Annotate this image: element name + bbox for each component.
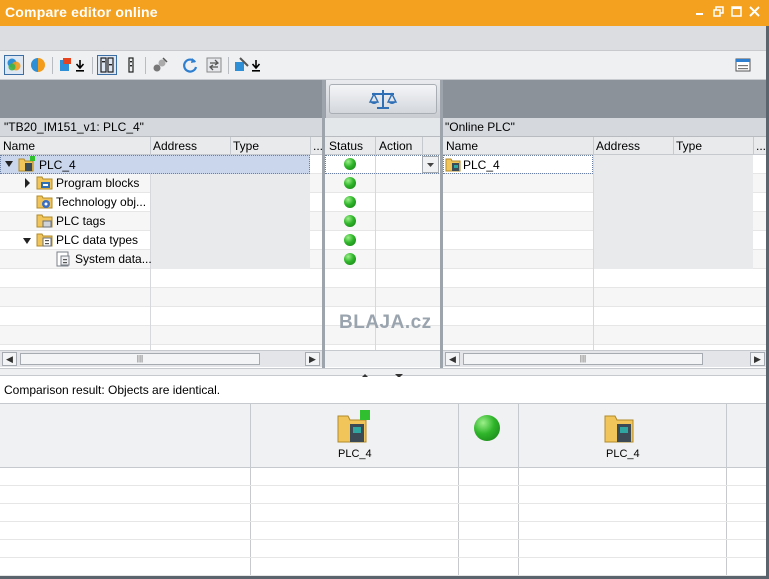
column-address[interactable]: Address — [596, 139, 640, 153]
collapse-icon[interactable] — [4, 158, 14, 173]
show-all-objects-icon[interactable] — [4, 55, 24, 75]
maximize-icon[interactable] — [730, 6, 742, 18]
status-identical-icon — [344, 253, 356, 265]
right-pane-divider[interactable] — [440, 80, 443, 368]
column-action[interactable]: Action — [379, 139, 412, 153]
chevron-down-icon — [427, 163, 434, 167]
comparison-result-text: Comparison result: Objects are identical… — [0, 377, 769, 403]
status-identical-icon — [474, 415, 500, 441]
tree-item-label: Technology obj... — [56, 195, 147, 209]
scroll-right-icon[interactable]: ▶ — [750, 352, 765, 366]
scroll-left-icon[interactable]: ◀ — [445, 352, 460, 366]
status-identical-icon — [344, 196, 356, 208]
right-pane-label: "Online PLC" — [441, 118, 769, 137]
status-identical-icon — [344, 158, 356, 170]
left-object-label: PLC_4 — [338, 448, 372, 460]
collapse-icon[interactable] — [22, 235, 32, 249]
status-identical-icon — [344, 234, 356, 246]
center-pane-label — [325, 118, 441, 137]
right-header-band — [441, 80, 769, 118]
properties-compare-icon[interactable] — [150, 55, 170, 75]
tree-item-label: System data... — [75, 252, 152, 266]
scroll-thumb[interactable]: ||| — [20, 353, 260, 365]
table-row[interactable]: PLC_4 — [443, 155, 593, 174]
scroll-left-icon[interactable]: ◀ — [2, 352, 17, 366]
column-name[interactable]: Name — [446, 139, 478, 153]
online-plc-icon — [445, 156, 463, 176]
technology-objects-folder-icon — [36, 194, 54, 213]
balance-scale-icon — [368, 90, 398, 109]
editor-toolbar — [0, 51, 769, 80]
close-icon[interactable] — [748, 6, 760, 18]
refresh-icon[interactable] — [180, 55, 200, 75]
status-identical-icon — [344, 215, 356, 227]
window-title-bar: Compare editor online — [0, 0, 769, 26]
restore-icon[interactable] — [712, 6, 724, 18]
split-editor-icon[interactable] — [733, 55, 753, 75]
plc-tags-folder-icon — [36, 213, 54, 232]
left-horizontal-scrollbar[interactable]: ◀ ||| ▶ — [0, 350, 322, 367]
action-dropdown[interactable] — [422, 156, 439, 173]
execute-actions-icon[interactable] — [233, 55, 265, 75]
swap-sides-icon[interactable] — [204, 55, 224, 75]
comparison-detail-header: PLC_4 PLC_4 — [0, 404, 769, 468]
tree-item-label: PLC_4 — [39, 158, 76, 172]
table-row[interactable]: PLC tags — [0, 212, 150, 231]
window-title: Compare editor online — [5, 4, 158, 20]
plc-device-icon — [18, 156, 36, 176]
right-object-label: PLC_4 — [606, 448, 640, 460]
column-status[interactable]: Status — [329, 139, 363, 153]
column-more[interactable]: ... — [756, 139, 766, 153]
right-column-header: Name Address Type ... — [443, 137, 769, 155]
table-row[interactable]: System data... — [0, 250, 152, 270]
compare-header — [325, 80, 441, 118]
tree-item-label: Program blocks — [56, 176, 140, 190]
tree-item-label: PLC tags — [56, 214, 106, 228]
table-row[interactable]: Technology obj... — [0, 193, 150, 212]
scroll-right-icon[interactable]: ▶ — [305, 352, 320, 366]
table-row[interactable]: PLC data types — [0, 231, 150, 250]
detailed-comparison-icon[interactable] — [97, 55, 117, 75]
status-identical-icon — [344, 177, 356, 189]
scroll-thumb[interactable]: ||| — [463, 353, 703, 365]
left-pane-divider[interactable] — [322, 80, 325, 368]
tree-item-label: PLC data types — [56, 233, 139, 247]
left-pane-label: "TB20_IM151_v1: PLC_4" — [0, 118, 325, 137]
column-address[interactable]: Address — [153, 139, 197, 153]
online-plc-icon — [603, 410, 639, 447]
program-blocks-folder-icon — [36, 175, 54, 194]
comparison-detail-table: PLC_4 PLC_4 — [0, 403, 769, 579]
table-row[interactable]: PLC_4 — [0, 155, 310, 174]
show-differences-icon[interactable] — [28, 55, 48, 75]
column-name[interactable]: Name — [3, 139, 35, 153]
column-type[interactable]: Type — [233, 139, 259, 153]
table-row[interactable]: Program blocks — [0, 174, 150, 193]
synchronize-download-icon[interactable] — [56, 55, 90, 75]
right-horizontal-scrollbar[interactable]: ◀ ||| ▶ — [443, 350, 769, 367]
center-scroll-area — [325, 350, 440, 367]
left-header-band — [0, 80, 325, 118]
tree-item-label: PLC_4 — [463, 158, 500, 172]
horizontal-splitter[interactable] — [0, 368, 769, 378]
minimize-icon[interactable] — [694, 6, 706, 18]
plc-device-icon — [336, 410, 372, 447]
column-type[interactable]: Type — [676, 139, 702, 153]
expand-icon[interactable] — [23, 177, 31, 192]
compare-button[interactable] — [329, 84, 437, 114]
plc-data-types-folder-icon — [36, 232, 54, 251]
center-column-header: Status Action — [325, 137, 441, 155]
show-columns-icon[interactable] — [121, 55, 141, 75]
toolbar-spacer — [0, 26, 769, 51]
left-column-header: Name Address Type ... — [0, 137, 325, 155]
system-data-icon — [55, 251, 73, 270]
watermark-text: BLAJA.cz — [339, 312, 432, 333]
